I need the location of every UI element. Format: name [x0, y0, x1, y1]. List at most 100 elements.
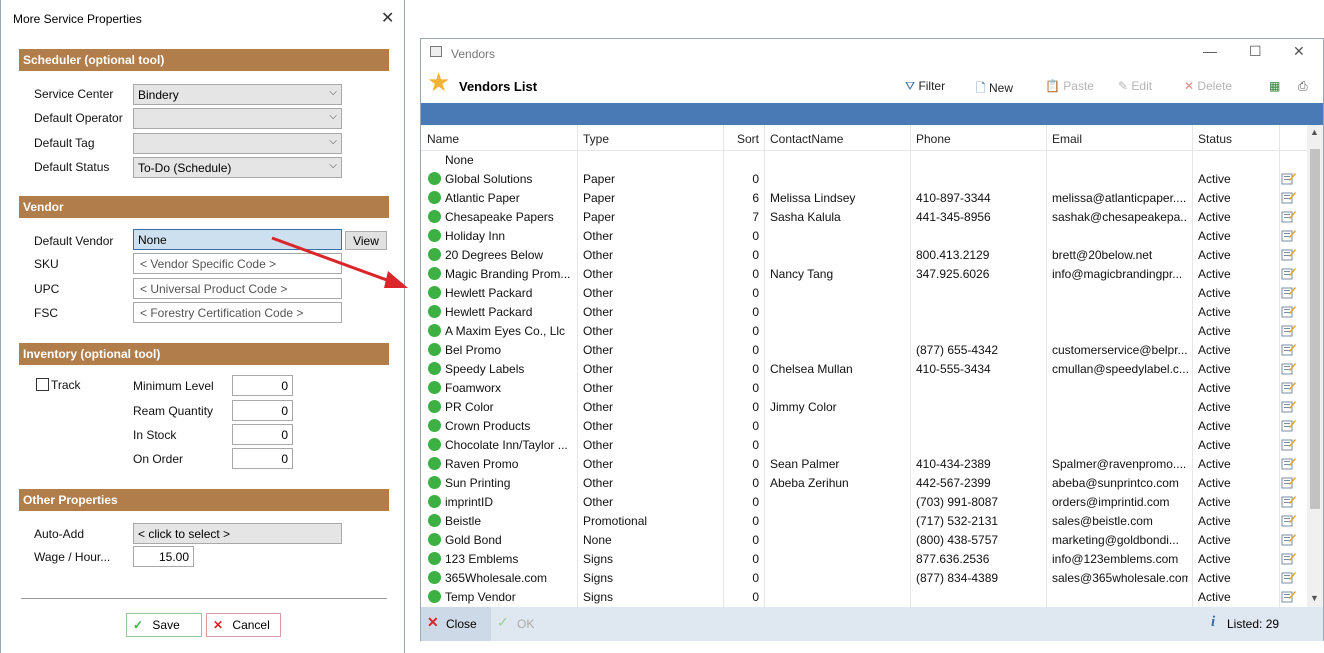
edit-row-icon[interactable] — [1281, 285, 1296, 299]
column-header-email[interactable]: Email — [1052, 132, 1082, 146]
scrollbar-thumb[interactable] — [1310, 149, 1320, 509]
edit-row-icon[interactable] — [1281, 399, 1296, 413]
column-header-type[interactable]: Type — [583, 132, 609, 146]
close-button[interactable]: ✕ Close — [421, 607, 491, 641]
table-row[interactable]: Magic Branding Prom... Other 0 Nancy Tang 34… — [421, 264, 1307, 283]
table-row[interactable]: Chesapeake Papers Paper 7 Sasha Kalula 441-3… — [421, 207, 1307, 226]
new-button[interactable]: 🗋 New — [976, 79, 1013, 100]
edit-row-icon[interactable] — [1281, 380, 1296, 394]
table-row[interactable]: None — [421, 150, 1307, 169]
column-header-name[interactable]: Name — [427, 132, 459, 146]
scroll-down-icon[interactable]: ▼ — [1310, 593, 1319, 603]
delete-button[interactable]: ✕ Delete — [1184, 79, 1232, 93]
table-row[interactable]: 20 Degrees Below Other 0 800.413.2129 brett@… — [421, 245, 1307, 264]
table-row[interactable]: Hewlett Packard Other 0 Active — [421, 283, 1307, 302]
edit-button[interactable]: ✎ Edit — [1118, 79, 1152, 93]
service-center-select[interactable]: Bindery ⌵ — [133, 84, 342, 105]
table-row[interactable]: Sun Printing Other 0 Abeba Zerihun 442-567-2… — [421, 473, 1307, 492]
wage-field[interactable]: 15.00 — [133, 546, 194, 567]
edit-row-icon[interactable] — [1281, 266, 1296, 280]
table-row[interactable]: Temp Vendor Signs 0 Active — [421, 587, 1307, 606]
edit-row-icon[interactable] — [1281, 323, 1296, 337]
status-dot-icon — [428, 476, 441, 489]
cell-email: info@magicbrandingpr... — [1052, 267, 1183, 281]
fsc-field[interactable]: < Forestry Certification Code > — [133, 302, 342, 323]
table-row[interactable]: Speedy Labels Other 0 Chelsea Mullan 410-555… — [421, 359, 1307, 378]
cell-email: customerservice@belpr... — [1052, 343, 1188, 357]
auto-add-select[interactable]: < click to select > — [133, 523, 342, 544]
edit-row-icon[interactable] — [1281, 418, 1296, 432]
column-header-status[interactable]: Status — [1198, 132, 1232, 146]
cell-type: Paper — [583, 191, 616, 205]
cell-name: 365Wholesale.com — [445, 571, 548, 585]
edit-row-icon[interactable] — [1281, 589, 1296, 603]
edit-row-icon[interactable] — [1281, 228, 1296, 242]
cell-status: Active — [1198, 400, 1231, 414]
scroll-up-icon[interactable]: ▲ — [1310, 127, 1319, 137]
other-properties-section-header: Other Properties — [19, 489, 389, 511]
edit-row-icon[interactable] — [1281, 513, 1296, 527]
cell-type: Signs — [583, 571, 614, 585]
table-row[interactable]: A Maxim Eyes Co., Llc Other 0 Active — [421, 321, 1307, 340]
paste-button[interactable]: 📋 Paste — [1045, 79, 1094, 93]
save-button[interactable]: ✓ Save — [126, 613, 202, 637]
excel-export-icon[interactable]: ▦ — [1269, 79, 1280, 93]
track-checkbox[interactable] — [36, 378, 49, 391]
minimize-icon[interactable]: — — [1203, 43, 1217, 59]
in-stock-field[interactable]: 0 — [232, 424, 293, 445]
edit-row-icon[interactable] — [1281, 361, 1296, 375]
cell-status: Active — [1198, 533, 1231, 547]
table-row[interactable]: Chocolate Inn/Taylor ... Other 0 Active — [421, 435, 1307, 454]
table-row[interactable]: Gold Bond None 0 (800) 438-5757 marketing@go… — [421, 530, 1307, 549]
table-row[interactable]: Crown Products Other 0 Active — [421, 416, 1307, 435]
ream-quantity-field[interactable]: 0 — [232, 400, 293, 421]
cell-name: Temp Vendor — [445, 590, 516, 604]
table-row[interactable]: Raven Promo Other 0 Sean Palmer 410-434-2389… — [421, 454, 1307, 473]
cell-email: marketing@goldbondi... — [1052, 533, 1179, 547]
edit-row-icon[interactable] — [1281, 532, 1296, 546]
table-row[interactable]: 365Wholesale.com Signs 0 (877) 834-4389 sale… — [421, 568, 1307, 587]
edit-row-icon[interactable] — [1281, 437, 1296, 451]
edit-row-icon[interactable] — [1281, 171, 1296, 185]
table-row[interactable]: Holiday Inn Other 0 Active — [421, 226, 1307, 245]
table-row[interactable]: Foamworx Other 0 Active — [421, 378, 1307, 397]
column-header-sort[interactable]: Sort — [737, 132, 759, 146]
table-row[interactable]: Global Solutions Paper 0 Active — [421, 169, 1307, 188]
edit-row-icon[interactable] — [1281, 190, 1296, 204]
table-row[interactable]: PR Color Other 0 Jimmy Color Active — [421, 397, 1307, 416]
table-row[interactable]: 123 Emblems Signs 0 877.636.2536 info@123emb… — [421, 549, 1307, 568]
column-header-contactname[interactable]: ContactName — [770, 132, 843, 146]
cell-email: Spalmer@ravenpromo.... — [1052, 457, 1187, 471]
print-icon[interactable]: ⎙ — [1298, 79, 1308, 94]
cell-phone: (703) 991-8087 — [916, 495, 999, 509]
maximize-icon[interactable]: ☐ — [1249, 43, 1262, 60]
edit-row-icon[interactable] — [1281, 494, 1296, 508]
edit-row-icon[interactable] — [1281, 209, 1296, 223]
edit-row-icon[interactable] — [1281, 304, 1296, 318]
close-window-icon[interactable]: ✕ — [1293, 43, 1305, 60]
cancel-button[interactable]: ✕ Cancel — [206, 613, 281, 637]
table-row[interactable]: imprintID Other 0 (703) 991-8087 orders@impr… — [421, 492, 1307, 511]
edit-row-icon[interactable] — [1281, 475, 1296, 489]
default-operator-select[interactable]: ⌵ — [133, 108, 342, 129]
default-tag-select[interactable]: ⌵ — [133, 133, 342, 154]
table-row[interactable]: Hewlett Packard Other 0 Active — [421, 302, 1307, 321]
on-order-field[interactable]: 0 — [232, 448, 293, 469]
filter-button[interactable]: ⛛ Filter — [905, 79, 945, 94]
edit-row-icon[interactable] — [1281, 342, 1296, 356]
table-row[interactable]: Bel Promo Other 0 (877) 655-4342 customerser… — [421, 340, 1307, 359]
table-row[interactable]: Beistle Promotional 0 (717) 532-2131 sales@b… — [421, 511, 1307, 530]
edit-row-icon[interactable] — [1281, 551, 1296, 565]
column-header-phone[interactable]: Phone — [916, 132, 951, 146]
ok-button[interactable]: ✓ OK — [495, 607, 555, 641]
vertical-scrollbar[interactable]: ▲ ▼ — [1307, 125, 1323, 607]
table-row[interactable]: Atlantic Paper Paper 6 Melissa Lindsey 410-8… — [421, 188, 1307, 207]
filter-label: Filter — [918, 79, 946, 93]
edit-row-icon[interactable] — [1281, 456, 1296, 470]
default-status-select[interactable]: To-Do (Schedule) ⌵ — [133, 157, 342, 178]
close-icon[interactable]: ✕ — [381, 8, 394, 28]
edit-row-icon[interactable] — [1281, 570, 1296, 584]
minimum-level-field[interactable]: 0 — [232, 375, 293, 396]
edit-row-icon[interactable] — [1281, 247, 1296, 261]
vendors-list-title: Vendors List — [459, 79, 538, 94]
